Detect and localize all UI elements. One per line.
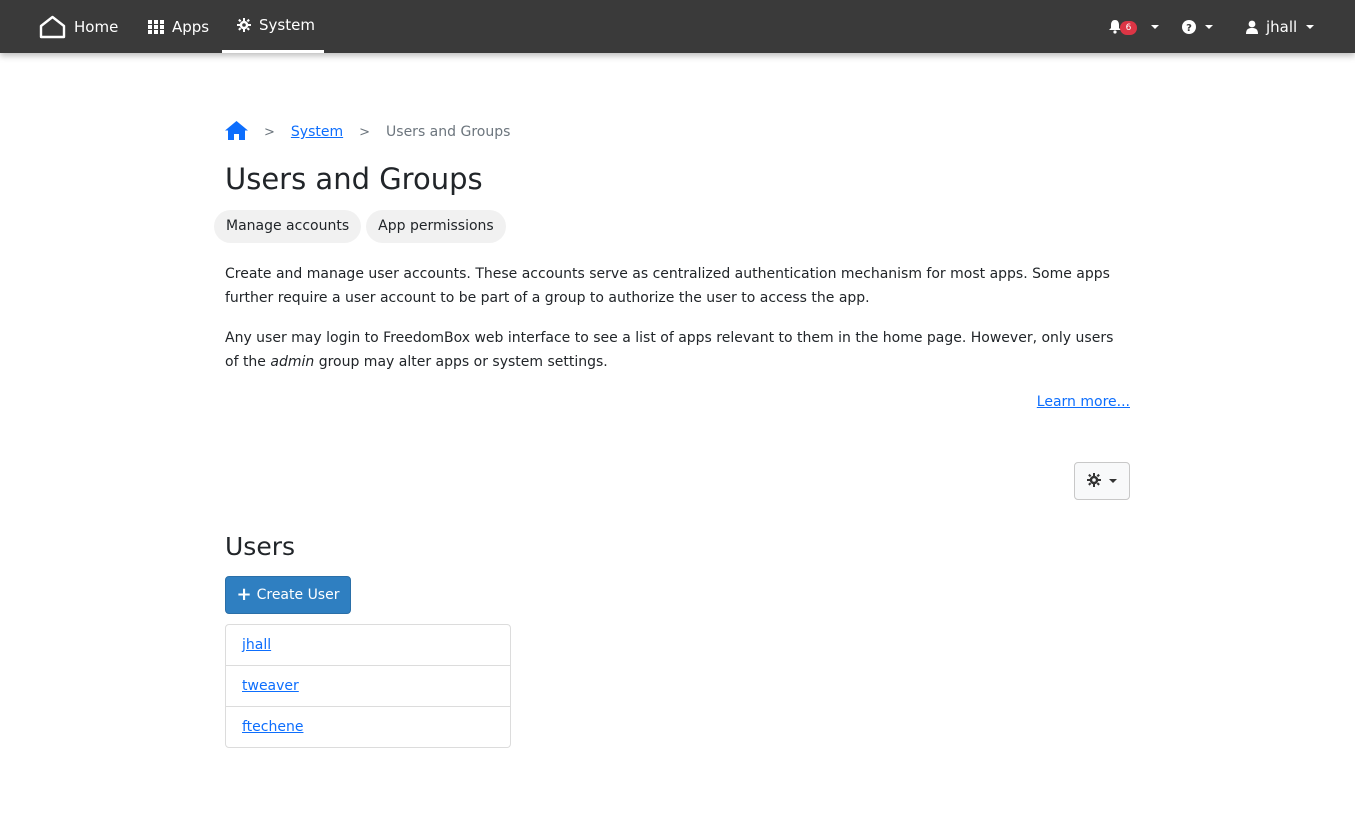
user-dropdown[interactable]: jhall — [1246, 0, 1315, 53]
user-icon — [1246, 20, 1258, 34]
breadcrumb: > System > Users and Groups — [225, 120, 510, 144]
learn-more-link[interactable]: Learn more... — [1037, 390, 1130, 414]
list-item: jhall — [226, 625, 510, 666]
notifications-dropdown[interactable]: 6 — [1108, 0, 1159, 53]
user-link-ftechene[interactable]: ftechene — [242, 719, 303, 735]
page-title: Users and Groups — [225, 162, 483, 196]
tab-app-permissions[interactable]: App permissions — [366, 210, 506, 243]
admin-group-name: admin — [270, 354, 315, 370]
nav-apps-label: Apps — [172, 17, 210, 36]
plus-icon: + — [236, 584, 252, 605]
user-list: jhall tweaver ftechene — [225, 624, 511, 748]
breadcrumb-separator: > — [359, 124, 371, 140]
user-dropdown-label: jhall — [1266, 17, 1298, 36]
list-item: ftechene — [226, 707, 510, 747]
nav-home[interactable]: Home — [39, 0, 118, 53]
chevron-down-icon — [1306, 24, 1315, 29]
users-section-title: Users — [225, 532, 296, 561]
description-text: group may alter apps or system settings. — [314, 354, 608, 370]
help-dropdown[interactable]: ? — [1182, 0, 1213, 53]
chevron-down-icon — [1109, 479, 1117, 483]
svg-text:?: ? — [1186, 23, 1192, 34]
chevron-down-icon — [1205, 24, 1213, 29]
chevron-down-icon — [1151, 24, 1159, 29]
gear-icon — [237, 18, 251, 32]
tab-bar: Manage accounts App permissions — [214, 210, 506, 243]
breadcrumb-separator: > — [264, 124, 275, 140]
breadcrumb-current: Users and Groups — [386, 124, 511, 140]
description-paragraph-2: Any user may login to FreedomBox web int… — [225, 326, 1130, 374]
tab-manage-accounts[interactable]: Manage accounts — [214, 210, 362, 243]
list-item: tweaver — [226, 666, 510, 707]
create-user-label: Create User — [256, 587, 340, 603]
home-icon — [39, 15, 66, 39]
top-navbar: Home Apps System 6 ? jhall — [0, 0, 1355, 53]
user-link-jhall[interactable]: jhall — [242, 637, 271, 653]
home-icon — [225, 120, 248, 144]
notifications-badge: 6 — [1120, 21, 1137, 35]
user-link-tweaver[interactable]: tweaver — [242, 678, 299, 694]
nav-apps[interactable]: Apps — [148, 0, 209, 53]
breadcrumb-home-link[interactable] — [225, 120, 248, 144]
gear-icon — [1087, 472, 1101, 491]
breadcrumb-system-link[interactable]: System — [291, 124, 343, 140]
help-icon: ? — [1182, 19, 1196, 34]
create-user-button[interactable]: + Create User — [225, 576, 351, 614]
apps-grid-icon — [148, 19, 164, 34]
nav-system-label: System — [259, 16, 315, 34]
nav-system[interactable]: System — [222, 0, 324, 53]
description-paragraph-1: Create and manage user accounts. These a… — [225, 266, 1110, 306]
settings-dropdown-button[interactable] — [1074, 462, 1130, 500]
nav-home-label: Home — [74, 17, 119, 36]
